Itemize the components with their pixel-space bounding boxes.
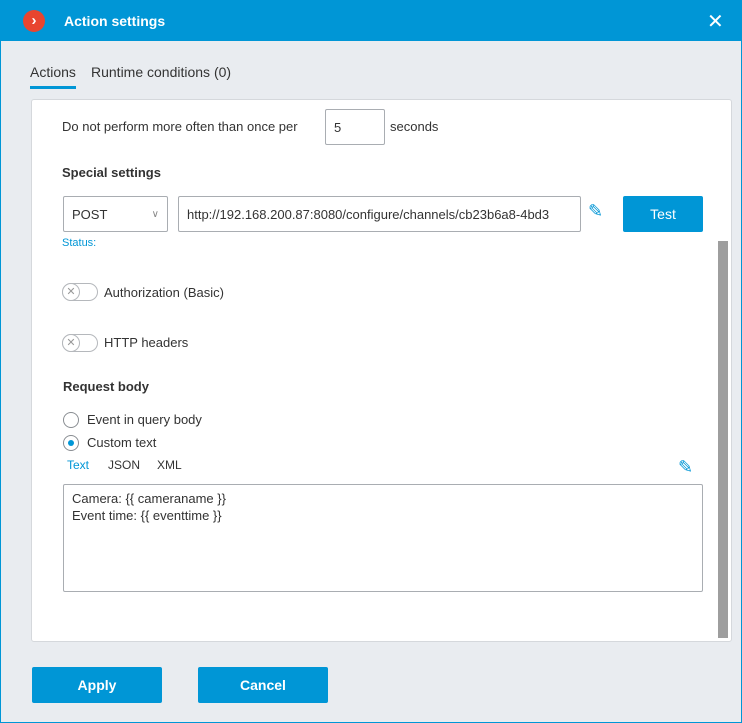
seconds-label: seconds (390, 119, 439, 134)
toggle-off-x-icon: ✕ (62, 283, 80, 301)
special-settings-heading: Special settings (62, 165, 161, 180)
event-in-query-body-label: Event in query body (87, 412, 202, 427)
rate-limit-label: Do not perform more often than once per (62, 119, 298, 134)
custom-text-radio[interactable] (63, 435, 79, 451)
url-input[interactable]: http://192.168.200.87:8080/configure/cha… (178, 196, 581, 232)
toggle-off-x-icon: ✕ (62, 334, 80, 352)
close-icon[interactable]: ✕ (707, 9, 724, 34)
body-textarea[interactable]: Camera: {{ cameraname }} Event time: {{ … (63, 484, 703, 592)
window-title: Action settings (64, 13, 166, 29)
event-in-query-body-radio[interactable] (63, 412, 79, 428)
body-line: Camera: {{ cameraname }} (72, 491, 226, 506)
tab-runtime-conditions[interactable]: Runtime conditions (0) (91, 64, 231, 80)
format-tab-text[interactable]: Text (67, 458, 89, 472)
rate-limit-input[interactable]: 5 (325, 109, 385, 145)
format-tab-json[interactable]: JSON (108, 458, 140, 472)
authorization-label: Authorization (Basic) (104, 285, 224, 300)
edit-url-pencil-icon[interactable]: ✎ (588, 201, 603, 222)
http-headers-toggle[interactable]: ✕ (62, 334, 98, 352)
format-tab-xml[interactable]: XML (157, 458, 182, 472)
apply-button[interactable]: Apply (32, 667, 162, 703)
test-button[interactable]: Test (623, 196, 703, 232)
edit-body-pencil-icon[interactable]: ✎ (678, 457, 693, 478)
method-select[interactable]: POST ∨ (63, 196, 168, 232)
authorization-toggle[interactable]: ✕ (62, 283, 98, 301)
request-body-heading: Request body (63, 379, 149, 394)
http-headers-label: HTTP headers (104, 335, 189, 350)
tab-actions[interactable]: Actions (30, 64, 76, 89)
app-logo-icon: › (23, 10, 45, 32)
scrollbar[interactable] (718, 241, 728, 638)
cancel-button[interactable]: Cancel (198, 667, 328, 703)
status-label: Status: (62, 237, 97, 249)
body-line: Event time: {{ eventtime }} (72, 508, 222, 523)
method-value: POST (72, 206, 108, 222)
chevron-down-icon: ∨ (151, 208, 159, 220)
custom-text-label: Custom text (87, 435, 157, 450)
